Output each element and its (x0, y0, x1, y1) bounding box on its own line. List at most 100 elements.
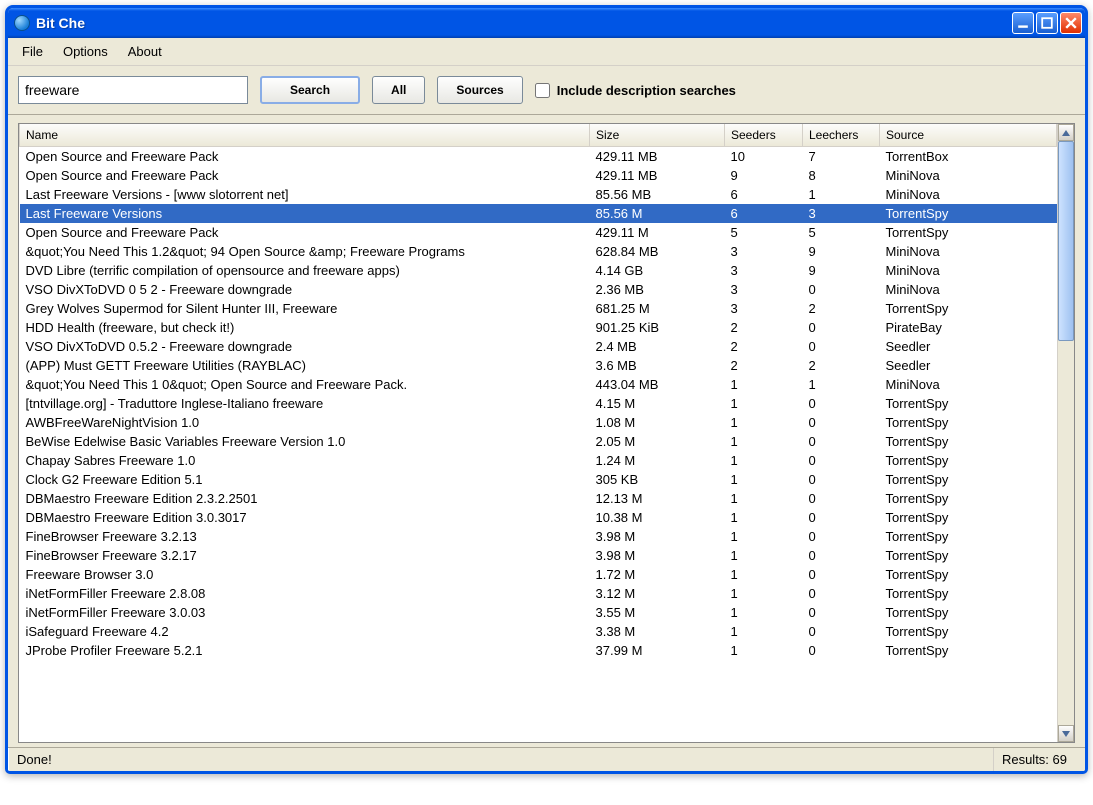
table-row[interactable]: Open Source and Freeware Pack429.11 M55T… (20, 223, 1057, 242)
col-leechers[interactable]: Leechers (803, 124, 880, 147)
cell-source: MiniNova (880, 166, 1057, 185)
cell-name: DBMaestro Freeware Edition 3.0.3017 (20, 508, 590, 527)
cell-seeders: 5 (725, 223, 803, 242)
table-row[interactable]: Last Freeware Versions85.56 M63TorrentSp… (20, 204, 1057, 223)
include-desc-checkbox[interactable] (535, 83, 550, 98)
cell-source: TorrentSpy (880, 394, 1057, 413)
sources-button[interactable]: Sources (437, 76, 522, 104)
cell-source: TorrentSpy (880, 432, 1057, 451)
table-row[interactable]: Last Freeware Versions - [www slotorrent… (20, 185, 1057, 204)
table-row[interactable]: DVD Libre (terrific compilation of opens… (20, 261, 1057, 280)
vertical-scrollbar[interactable] (1057, 124, 1074, 742)
cell-size: 3.12 M (590, 584, 725, 603)
cell-source: MiniNova (880, 242, 1057, 261)
table-row[interactable]: &quot;You Need This 1 0&quot; Open Sourc… (20, 375, 1057, 394)
cell-seeders: 2 (725, 356, 803, 375)
minimize-button[interactable] (1012, 12, 1034, 34)
cell-leechers: 3 (803, 204, 880, 223)
table-row[interactable]: DBMaestro Freeware Edition 2.3.2.250112.… (20, 489, 1057, 508)
table-row[interactable]: Freeware Browser 3.01.72 M10TorrentSpy (20, 565, 1057, 584)
cell-seeders: 1 (725, 451, 803, 470)
table-row[interactable]: HDD Health (freeware, but check it!)901.… (20, 318, 1057, 337)
cell-size: 1.24 M (590, 451, 725, 470)
table-row[interactable]: [tntvillage.org] - Traduttore Inglese-It… (20, 394, 1057, 413)
cell-name: Clock G2 Freeware Edition 5.1 (20, 470, 590, 489)
cell-name: &quot;You Need This 1.2&quot; 94 Open So… (20, 242, 590, 261)
all-button[interactable]: All (372, 76, 425, 104)
cell-leechers: 0 (803, 280, 880, 299)
scrollbar-thumb[interactable] (1058, 141, 1074, 341)
header-row[interactable]: Name Size Seeders Leechers Source (20, 124, 1057, 147)
col-name[interactable]: Name (20, 124, 590, 147)
table-row[interactable]: Grey Wolves Supermod for Silent Hunter I… (20, 299, 1057, 318)
cell-size: 681.25 M (590, 299, 725, 318)
col-source[interactable]: Source (880, 124, 1057, 147)
table-row[interactable]: Open Source and Freeware Pack429.11 MB98… (20, 166, 1057, 185)
cell-name: VSO DivXToDVD 0 5 2 - Freeware downgrade (20, 280, 590, 299)
cell-name: JProbe Profiler Freeware 5.2.1 (20, 641, 590, 660)
cell-seeders: 2 (725, 318, 803, 337)
table-row[interactable]: VSO DivXToDVD 0 5 2 - Freeware downgrade… (20, 280, 1057, 299)
menu-file[interactable]: File (14, 42, 51, 61)
table-row[interactable]: AWBFreeWareNightVision 1.01.08 M10Torren… (20, 413, 1057, 432)
cell-source: TorrentSpy (880, 546, 1057, 565)
table-row[interactable]: JProbe Profiler Freeware 5.2.137.99 M10T… (20, 641, 1057, 660)
table-row[interactable]: iNetFormFiller Freeware 3.0.033.55 M10To… (20, 603, 1057, 622)
cell-size: 3.38 M (590, 622, 725, 641)
col-seeders[interactable]: Seeders (725, 124, 803, 147)
cell-seeders: 1 (725, 413, 803, 432)
cell-size: 3.98 M (590, 527, 725, 546)
close-button[interactable] (1060, 12, 1082, 34)
cell-name: Grey Wolves Supermod for Silent Hunter I… (20, 299, 590, 318)
col-size[interactable]: Size (590, 124, 725, 147)
chevron-up-icon (1062, 130, 1070, 136)
table-row[interactable]: iSafeguard Freeware 4.23.38 M10TorrentSp… (20, 622, 1057, 641)
cell-source: TorrentSpy (880, 584, 1057, 603)
menu-options[interactable]: Options (55, 42, 116, 61)
search-input[interactable] (18, 76, 248, 104)
search-button[interactable]: Search (260, 76, 360, 104)
table-row[interactable]: Open Source and Freeware Pack429.11 MB10… (20, 147, 1057, 166)
include-desc-wrap[interactable]: Include description searches (535, 83, 736, 98)
table-row[interactable]: VSO DivXToDVD 0.5.2 - Freeware downgrade… (20, 337, 1057, 356)
table-row[interactable]: FineBrowser Freeware 3.2.133.98 M10Torre… (20, 527, 1057, 546)
table-row[interactable]: FineBrowser Freeware 3.2.173.98 M10Torre… (20, 546, 1057, 565)
scrollbar-track[interactable] (1058, 141, 1074, 725)
cell-name: Open Source and Freeware Pack (20, 223, 590, 242)
cell-source: TorrentSpy (880, 603, 1057, 622)
table-row[interactable]: Chapay Sabres Freeware 1.01.24 M10Torren… (20, 451, 1057, 470)
cell-seeders: 9 (725, 166, 803, 185)
cell-size: 37.99 M (590, 641, 725, 660)
app-window: Bit Che FileOptionsAbout Search All Sour… (5, 5, 1088, 774)
cell-name: iSafeguard Freeware 4.2 (20, 622, 590, 641)
results-table[interactable]: Name Size Seeders Leechers Source Open S… (19, 124, 1057, 660)
cell-size: 12.13 M (590, 489, 725, 508)
cell-name: iNetFormFiller Freeware 2.8.08 (20, 584, 590, 603)
table-row[interactable]: DBMaestro Freeware Edition 3.0.301710.38… (20, 508, 1057, 527)
cell-leechers: 0 (803, 489, 880, 508)
cell-leechers: 0 (803, 451, 880, 470)
cell-seeders: 3 (725, 242, 803, 261)
table-row[interactable]: Clock G2 Freeware Edition 5.1305 KB10Tor… (20, 470, 1057, 489)
titlebar[interactable]: Bit Che (8, 8, 1085, 38)
cell-seeders: 6 (725, 204, 803, 223)
scroll-up-button[interactable] (1058, 124, 1074, 141)
table-row[interactable]: BeWise Edelwise Basic Variables Freeware… (20, 432, 1057, 451)
cell-leechers: 5 (803, 223, 880, 242)
cell-size: 3.6 MB (590, 356, 725, 375)
cell-size: 4.14 GB (590, 261, 725, 280)
cell-source: TorrentSpy (880, 622, 1057, 641)
table-row[interactable]: &quot;You Need This 1.2&quot; 94 Open So… (20, 242, 1057, 261)
cell-seeders: 1 (725, 603, 803, 622)
cell-name: HDD Health (freeware, but check it!) (20, 318, 590, 337)
cell-leechers: 0 (803, 413, 880, 432)
cell-source: MiniNova (880, 375, 1057, 394)
menu-about[interactable]: About (120, 42, 170, 61)
table-row[interactable]: (APP) Must GETT Freeware Utilities (RAYB… (20, 356, 1057, 375)
table-row[interactable]: iNetFormFiller Freeware 2.8.083.12 M10To… (20, 584, 1057, 603)
scroll-down-button[interactable] (1058, 725, 1074, 742)
cell-size: 2.05 M (590, 432, 725, 451)
cell-seeders: 1 (725, 584, 803, 603)
cell-name: DVD Libre (terrific compilation of opens… (20, 261, 590, 280)
maximize-button[interactable] (1036, 12, 1058, 34)
